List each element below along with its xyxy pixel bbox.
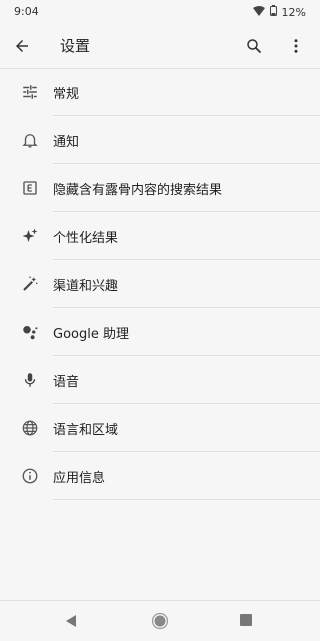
settings-item-label: 个性化结果	[53, 231, 119, 246]
more-options-button[interactable]	[284, 34, 308, 58]
globe-icon	[18, 416, 42, 440]
sliders-icon	[18, 80, 42, 104]
settings-item-app-info[interactable]: 应用信息	[0, 452, 320, 500]
settings-item-general[interactable]: 常规	[0, 68, 320, 116]
status-time: 9:04	[14, 5, 39, 18]
search-icon	[247, 39, 261, 53]
settings-item-label: 隐藏含有露骨内容的搜索结果	[53, 183, 223, 198]
wifi-icon	[252, 5, 265, 19]
settings-item-label: 常规	[53, 87, 80, 102]
settings-item-notifications[interactable]: 通知	[0, 116, 320, 164]
battery-percent: 12%	[281, 5, 306, 19]
nav-home-button[interactable]	[151, 612, 169, 634]
settings-item-label: 通知	[53, 135, 80, 150]
explicit-icon	[18, 176, 42, 200]
circle-home-icon	[151, 612, 169, 630]
battery-icon	[269, 5, 277, 19]
settings-item-label: 语言和区域	[53, 423, 119, 438]
nav-recents-button[interactable]	[240, 614, 252, 626]
assistant-icon	[18, 320, 42, 344]
settings-item-label: Google 助理	[53, 327, 129, 342]
sparkles-icon	[18, 224, 42, 248]
settings-item-label: 语音	[53, 375, 80, 390]
settings-item-label: 渠道和兴趣	[53, 279, 119, 294]
divider	[53, 499, 320, 500]
page-title: 设置	[60, 37, 91, 55]
search-button[interactable]	[242, 34, 266, 58]
settings-item-google-assistant[interactable]: Google 助理	[0, 308, 320, 356]
arrow-back-icon	[16, 40, 28, 52]
settings-item-language-region[interactable]: 语言和区域	[0, 404, 320, 452]
settings-item-personal-results[interactable]: 个性化结果	[0, 212, 320, 260]
microphone-icon	[18, 368, 42, 392]
status-bar: 9:04 12%	[0, 0, 320, 24]
more-vert-icon	[294, 39, 298, 53]
settings-item-label: 应用信息	[53, 471, 106, 486]
nav-back-button[interactable]	[64, 613, 78, 632]
settings-list: 常规 通知 隐藏含有露骨内容的搜索结果 个性化结果 渠道和兴趣 Google 助…	[0, 68, 320, 500]
system-nav-bar	[0, 600, 320, 641]
info-icon	[18, 464, 42, 488]
status-icons: 12%	[252, 5, 306, 19]
app-bar: 设置	[0, 24, 320, 68]
settings-item-channels-interests[interactable]: 渠道和兴趣	[0, 260, 320, 308]
settings-item-voice[interactable]: 语音	[0, 356, 320, 404]
triangle-back-icon	[66, 615, 76, 627]
magic-wand-icon	[18, 272, 42, 296]
back-button[interactable]	[10, 34, 34, 58]
settings-item-safe-search[interactable]: 隐藏含有露骨内容的搜索结果	[0, 164, 320, 212]
bell-icon	[18, 128, 42, 152]
